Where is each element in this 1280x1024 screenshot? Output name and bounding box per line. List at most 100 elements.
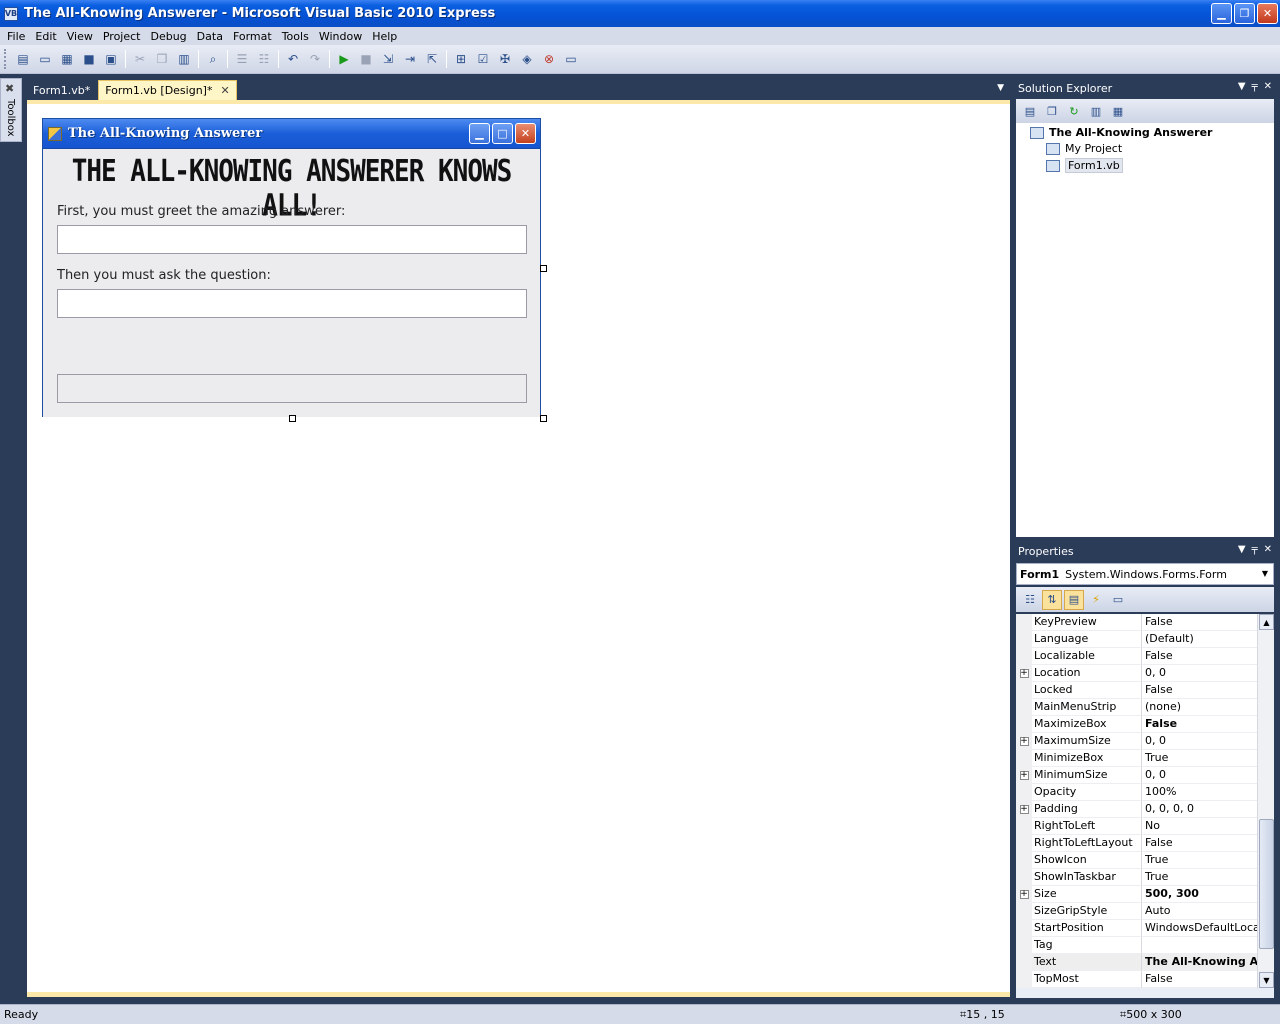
property-row[interactable]: RightToLeftLayout False (1016, 835, 1257, 852)
scroll-up-icon[interactable]: ▲ (1259, 614, 1274, 630)
close-button[interactable]: ✕ (1257, 3, 1278, 24)
step-out-icon[interactable]: ⇱ (423, 50, 441, 68)
scroll-thumb[interactable] (1259, 819, 1274, 949)
property-value[interactable]: True (1142, 869, 1257, 886)
view-code-icon[interactable]: ▥ (1086, 101, 1106, 121)
property-row[interactable]: TextThe All-Knowing Answerer (1016, 954, 1257, 971)
toolbar-grip[interactable] (4, 49, 8, 69)
menu-edit[interactable]: Edit (30, 30, 61, 43)
property-value[interactable]: 500, 300 (1142, 886, 1257, 903)
property-row[interactable]: + MaximumSize 0, 0 (1016, 733, 1257, 750)
property-row[interactable]: MaximizeBox False (1016, 716, 1257, 733)
property-value[interactable]: WindowsDefaultLocation (1142, 920, 1257, 937)
property-row[interactable]: SizeGripStyle Auto (1016, 903, 1257, 920)
menu-help[interactable]: Help (367, 30, 402, 43)
property-row[interactable]: TopMost False (1016, 971, 1257, 988)
answer-label-box[interactable] (57, 374, 527, 403)
property-value[interactable]: 0, 0 (1142, 665, 1257, 682)
property-row[interactable]: Language (Default) (1016, 631, 1257, 648)
redo-icon[interactable]: ↷ (306, 50, 324, 68)
vb-app-icon[interactable]: VB (4, 6, 18, 21)
property-row[interactable]: ShowInTaskbar True (1016, 869, 1257, 886)
property-value[interactable]: 0, 0 (1142, 767, 1257, 784)
property-value[interactable]: False (1142, 971, 1257, 988)
property-value[interactable]: False (1142, 682, 1257, 699)
scroll-down-icon[interactable]: ▼ (1259, 972, 1274, 988)
menu-view[interactable]: View (62, 30, 98, 43)
menu-project[interactable]: Project (98, 30, 146, 43)
menu-format[interactable]: Format (228, 30, 277, 43)
menu-tools[interactable]: Tools (277, 30, 314, 43)
solution-explorer-icon[interactable]: ⊞ (452, 50, 470, 68)
tab-form1-design[interactable]: Form1.vb [Design]* ✕ (98, 80, 237, 100)
tree-root-project[interactable]: The All-Knowing Answerer (1030, 126, 1212, 139)
tab-list-dropdown-icon[interactable]: ▼ (997, 83, 1004, 93)
property-row[interactable]: Localizable False (1016, 648, 1257, 665)
cut-icon[interactable]: ✂ (131, 50, 149, 68)
object-browser-icon[interactable]: ◈ (518, 50, 536, 68)
panel-dropdown-icon[interactable]: ▼ (1238, 544, 1246, 555)
expand-icon[interactable]: + (1016, 733, 1032, 750)
property-row[interactable]: Opacity 100% (1016, 784, 1257, 801)
resize-handle-corner[interactable] (540, 415, 547, 422)
tree-item-my-project[interactable]: My Project (1046, 142, 1122, 155)
start-page-icon[interactable]: ▭ (562, 50, 580, 68)
properties-icon[interactable]: ▤ (1020, 101, 1040, 121)
find-icon[interactable]: ⌕ (204, 50, 222, 68)
object-selector[interactable]: Form1 System.Windows.Forms.Form ▼ (1016, 563, 1274, 585)
property-row[interactable]: StartPositionWindowsDefaultLocation (1016, 920, 1257, 937)
close-tab-icon[interactable]: ✕ (220, 84, 229, 97)
pin-icon[interactable]: ╤ (1252, 544, 1258, 555)
comment-icon[interactable]: ☰ (233, 50, 251, 68)
question-textbox[interactable] (57, 289, 527, 318)
property-value[interactable]: (Default) (1142, 631, 1257, 648)
property-value[interactable]: True (1142, 852, 1257, 869)
expand-icon[interactable]: + (1016, 886, 1032, 903)
greet-textbox[interactable] (57, 225, 527, 254)
chevron-down-icon[interactable]: ▼ (1262, 569, 1268, 578)
question-label[interactable]: Then you must ask the question: (57, 268, 271, 283)
property-value[interactable]: False (1142, 716, 1257, 733)
menu-window[interactable]: Window (314, 30, 367, 43)
property-value[interactable] (1142, 937, 1257, 954)
property-row[interactable]: + Padding 0, 0, 0, 0 (1016, 801, 1257, 818)
form-body[interactable]: THE ALL-KNOWING ANSWERER KNOWS ALL! Firs… (43, 149, 540, 417)
refresh-icon[interactable]: ↻ (1064, 101, 1084, 121)
property-value[interactable]: (none) (1142, 699, 1257, 716)
window-title-bar[interactable]: VB The All-Knowing Answerer - Microsoft … (0, 0, 1280, 27)
property-value[interactable]: Auto (1142, 903, 1257, 920)
save-icon[interactable]: ■ (80, 50, 98, 68)
new-project-icon[interactable]: ▤ (14, 50, 32, 68)
properties-window-icon[interactable]: ☑ (474, 50, 492, 68)
undo-icon[interactable]: ↶ (284, 50, 302, 68)
property-value[interactable]: True (1142, 750, 1257, 767)
property-row[interactable]: ShowIcon True (1016, 852, 1257, 869)
property-row[interactable]: Locked False (1016, 682, 1257, 699)
property-value[interactable]: False (1142, 835, 1257, 852)
property-grid-scrollbar[interactable]: ▲ ▼ (1257, 614, 1274, 988)
pin-icon[interactable]: ╤ (1252, 81, 1258, 92)
menu-file[interactable]: File (2, 30, 30, 43)
tab-form1-code[interactable]: Form1.vb* (27, 80, 96, 100)
properties-view-icon[interactable]: ▤ (1064, 589, 1084, 610)
expand-icon[interactable]: + (1016, 767, 1032, 784)
expand-icon[interactable]: + (1016, 801, 1032, 818)
uncomment-icon[interactable]: ☷ (255, 50, 273, 68)
resize-handle-bottom[interactable] (289, 415, 296, 422)
toolbox-icon[interactable]: ✠ (496, 50, 514, 68)
menu-data[interactable]: Data (192, 30, 228, 43)
property-row[interactable]: + MinimumSize 0, 0 (1016, 767, 1257, 784)
minimize-button[interactable]: ▁ (1211, 3, 1232, 24)
add-item-icon[interactable]: ▦ (58, 50, 76, 68)
property-row[interactable]: RightToLeft No (1016, 818, 1257, 835)
start-debugging-icon[interactable]: ▶ (335, 50, 353, 68)
step-over-icon[interactable]: ⇥ (401, 50, 419, 68)
expand-icon[interactable]: + (1016, 665, 1032, 682)
property-value[interactable]: 0, 0, 0, 0 (1142, 801, 1257, 818)
panel-close-icon[interactable]: ✕ (1264, 544, 1272, 555)
open-file-icon[interactable]: ▭ (36, 50, 54, 68)
property-row[interactable]: KeyPreview False (1016, 614, 1257, 631)
property-row[interactable]: MinimizeBox True (1016, 750, 1257, 767)
property-value[interactable]: The All-Knowing Answerer (1142, 954, 1257, 971)
property-row[interactable]: + Size 500, 300 (1016, 886, 1257, 903)
